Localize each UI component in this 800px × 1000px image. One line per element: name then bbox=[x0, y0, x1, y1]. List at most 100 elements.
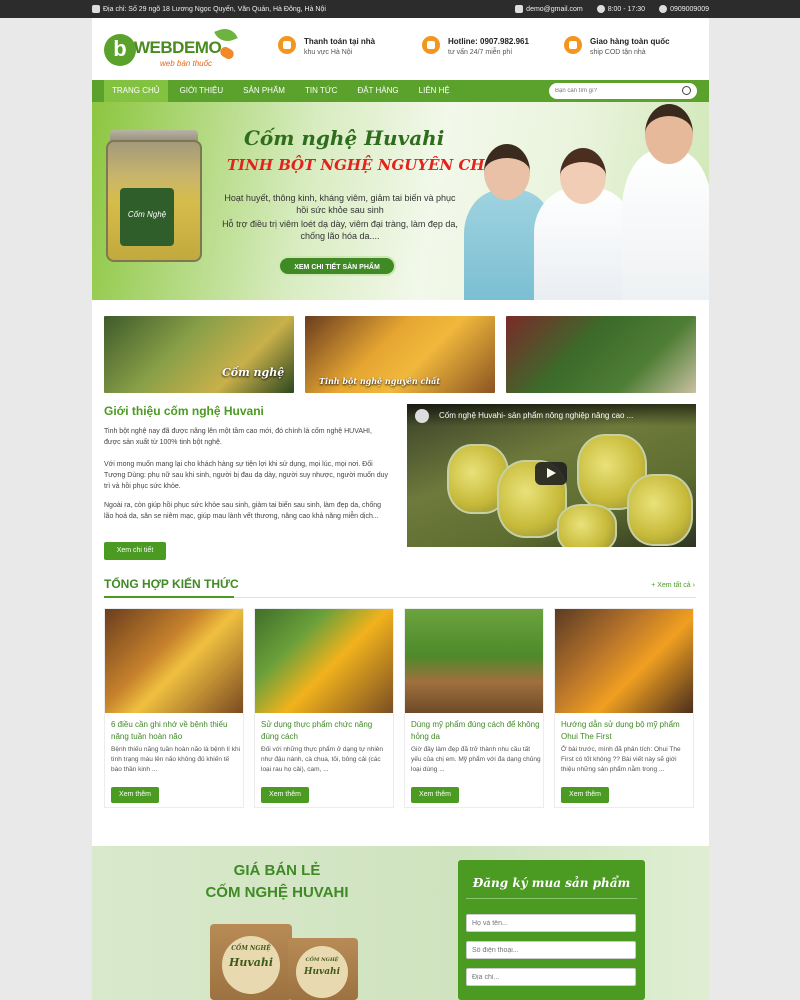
article-title[interactable]: Hướng dẫn sử dụng bộ mỹ phẩm Ohui The Fi… bbox=[561, 719, 691, 743]
payment-title: Thanh toán tại nhà bbox=[304, 37, 376, 46]
address-field[interactable] bbox=[466, 968, 636, 986]
article-image[interactable] bbox=[405, 609, 543, 713]
phone-info[interactable]: 0909009009 bbox=[659, 5, 709, 13]
category-label: Cốm nghệ bbox=[222, 366, 285, 379]
article-card[interactable]: 6 điều cần ghi nhớ về bệnh thiếu năng tu… bbox=[104, 608, 244, 808]
banner-text: Hoạt huyết, thông kinh, kháng viêm, giảm… bbox=[220, 192, 460, 242]
article-excerpt: Đối với những thực phẩm ở dạng tự nhiên … bbox=[261, 746, 384, 773]
main-content: Cốm nghệ Tinh bột nghệ nguyên chất Giới … bbox=[92, 300, 709, 820]
phone-field[interactable] bbox=[466, 941, 636, 959]
search-input[interactable] bbox=[555, 88, 675, 94]
doctor-female-head bbox=[560, 148, 606, 204]
hotline-info: Hotline: 0907.982.961 tư vấn 24/7 miễn p… bbox=[422, 36, 529, 58]
video-jar bbox=[627, 474, 693, 546]
article-title[interactable]: Dùng mỹ phẩm đúng cách để không hỏng da bbox=[411, 719, 541, 743]
article-title[interactable]: 6 điều cần ghi nhớ về bệnh thiếu năng tu… bbox=[111, 719, 241, 743]
read-more-button[interactable]: Xem thêm bbox=[111, 787, 159, 803]
product-bag-image: CỐM NGHỆ Huvahi bbox=[288, 938, 358, 1000]
shipping-sub: ship COD tận nhà bbox=[590, 49, 646, 56]
article-card[interactable]: Hướng dẫn sử dụng bộ mỹ phẩm Ohui The Fi… bbox=[554, 608, 694, 808]
mail-icon bbox=[515, 5, 524, 13]
intro-paragraph-1: Tinh bột nghệ nay đã được nâng lên một t… bbox=[104, 428, 372, 446]
nav-products[interactable]: Sản phẩm bbox=[235, 80, 293, 102]
logo-tagline: web bán thuốc bbox=[160, 59, 213, 68]
doctor-male-figure bbox=[622, 150, 709, 300]
bag-top-text: CỐM NGHỆ bbox=[231, 945, 271, 952]
nav-about[interactable]: Giới thiệu bbox=[172, 80, 232, 102]
section-underline bbox=[104, 596, 234, 598]
hero-banner: Cốm Nghệ Cốm nghệ Huvahi TINH BỘT NGHỆ N… bbox=[92, 102, 709, 300]
intro-paragraph-2: Với mong muốn mang lại cho khách hàng sự… bbox=[104, 461, 389, 490]
phone-call-icon bbox=[422, 36, 440, 54]
email-text[interactable]: demo@gmail.com bbox=[526, 6, 583, 13]
article-card[interactable]: Dùng mỹ phẩm đúng cách để không hỏng da … bbox=[404, 608, 544, 808]
site-header: b WEBDEMO web bán thuốc Thanh toán tại n… bbox=[92, 18, 709, 80]
category-tile-store[interactable] bbox=[506, 316, 696, 393]
category-tile-com-nghe[interactable]: Cốm nghệ bbox=[104, 316, 294, 393]
hours-text: 8:00 - 17:30 bbox=[607, 5, 646, 13]
video-title[interactable]: Cốm nghệ Huvahi- sản phẩm nông nghiệp nâ… bbox=[439, 411, 633, 420]
knowledge-title: Tổng hợp kiến thức bbox=[104, 577, 239, 591]
read-more-button[interactable]: Xem thêm bbox=[411, 787, 459, 803]
article-image[interactable] bbox=[255, 609, 393, 713]
promo-section: GIÁ BÁN LẺ CỐM NGHỆ HUVAHI CỐM NGHỆ Huva… bbox=[92, 820, 709, 1000]
payment-icon bbox=[278, 36, 296, 54]
logo-text: WEBDEMO bbox=[134, 38, 222, 57]
search-box bbox=[549, 83, 697, 99]
nav-contact[interactable]: Liên hệ bbox=[411, 80, 458, 102]
channel-avatar[interactable] bbox=[415, 409, 429, 423]
banner-line-2: Hỗ trợ điều trị viêm loét dạ dày, viêm đ… bbox=[222, 219, 458, 241]
bag-label: CỐM NGHỆ Huvahi bbox=[296, 946, 348, 998]
nav-home[interactable]: Trang chủ bbox=[104, 80, 168, 102]
nav-order[interactable]: Đặt hàng bbox=[349, 80, 406, 102]
promo-line-2: CỐM NGHỆ HUVAHI bbox=[205, 884, 349, 901]
banner-title: Cốm nghệ Huvahi bbox=[244, 126, 445, 150]
see-all-link[interactable]: + Xem tất cả › bbox=[651, 582, 695, 589]
intro-detail-button[interactable]: Xem chi tiết bbox=[104, 542, 166, 560]
address-info: Địa chỉ: Số 29 ngõ 18 Lương Ngọc Quyến, … bbox=[92, 5, 501, 13]
banner-line-1: Hoạt huyết, thông kinh, kháng viêm, giảm… bbox=[224, 193, 456, 215]
form-divider bbox=[466, 898, 637, 899]
article-excerpt: Giờ đây làm đẹp đã trở thành nhu cầu tất… bbox=[411, 746, 541, 773]
search-icon[interactable] bbox=[682, 86, 691, 95]
hotline-sub: tư vấn 24/7 miễn phí bbox=[448, 49, 513, 56]
article-excerpt: Ở bài trước, mình đã phân tích: Ohui The… bbox=[561, 746, 681, 773]
article-image[interactable] bbox=[105, 609, 243, 713]
read-more-button[interactable]: Xem thêm bbox=[261, 787, 309, 803]
phone-text[interactable]: 0909009009 bbox=[670, 6, 709, 13]
shipping-title: Giao hàng toàn quốc bbox=[590, 37, 670, 46]
email-info[interactable]: demo@gmail.com bbox=[515, 5, 583, 13]
video-player[interactable]: Cốm nghệ Huvahi- sản phẩm nông nghiệp nâ… bbox=[407, 404, 696, 547]
banner-cta-button[interactable]: XEM CHI TIẾT SẢN PHẨM bbox=[278, 256, 396, 276]
play-button-icon[interactable] bbox=[535, 462, 567, 485]
jar-label: Cốm Nghệ bbox=[120, 188, 174, 246]
payment-sub: khu vực Hà Nội bbox=[304, 49, 353, 56]
nav-news[interactable]: Tin tức bbox=[297, 80, 345, 102]
truck-icon bbox=[564, 36, 582, 54]
nurse-head bbox=[484, 144, 530, 200]
name-field[interactable] bbox=[466, 914, 636, 932]
shipping-info: Giao hàng toàn quốc ship COD tận nhà bbox=[564, 36, 670, 58]
payment-info: Thanh toán tại nhà khu vực Hà Nội bbox=[278, 36, 375, 58]
hotline-title: Hotline: 0907.982.961 bbox=[448, 37, 529, 46]
doctor-male-head bbox=[645, 104, 693, 164]
bag-top-text: CỐM NGHỆ bbox=[305, 957, 339, 963]
phone-icon bbox=[659, 5, 668, 13]
see-all-label[interactable]: + Xem tất cả bbox=[651, 582, 691, 589]
article-card[interactable]: Sử dụng thực phẩm chức năng đúng cách Đố… bbox=[254, 608, 394, 808]
article-title[interactable]: Sử dụng thực phẩm chức năng đúng cách bbox=[261, 719, 391, 743]
banner-subtitle: TINH BỘT NGHỆ NGUYÊN CHẤT bbox=[227, 156, 508, 174]
category-label: Tinh bột nghệ nguyên chất bbox=[319, 376, 441, 386]
category-tile-tinh-bot[interactable]: Tinh bột nghệ nguyên chất bbox=[305, 316, 495, 393]
promo-line-1: GIÁ BÁN LẺ bbox=[233, 862, 321, 879]
site-logo[interactable]: b WEBDEMO web bán thuốc bbox=[104, 24, 244, 74]
read-more-button[interactable]: Xem thêm bbox=[561, 787, 609, 803]
hours-info: 8:00 - 17:30 bbox=[596, 5, 646, 13]
video-jar bbox=[557, 504, 617, 547]
intro-paragraph-3: Ngoài ra, còn giúp hồi phục sức khỏe sau… bbox=[104, 502, 382, 520]
article-image[interactable] bbox=[555, 609, 693, 713]
order-form: Đăng ký mua sản phẩm bbox=[458, 860, 645, 1000]
intro-title: Giới thiệu cốm nghệ Huvani bbox=[104, 404, 264, 418]
address-text: Địa chỉ: Số 29 ngõ 18 Lương Ngọc Quyến, … bbox=[103, 5, 326, 13]
form-title: Đăng ký mua sản phẩm bbox=[472, 876, 631, 890]
